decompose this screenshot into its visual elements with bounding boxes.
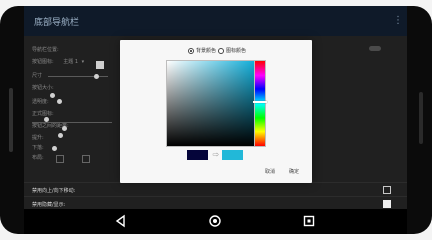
new-color-swatch <box>222 150 243 160</box>
setting-row-position[interactable]: 导航栏位置: <box>32 44 59 56</box>
button-size-slider-thumb[interactable] <box>50 93 55 98</box>
background-color-radio[interactable] <box>188 48 194 54</box>
setting-label: 尺寸 <box>32 73 43 79</box>
more-vertical-icon[interactable]: ⋮ <box>393 15 403 27</box>
hue-slider[interactable] <box>253 60 267 147</box>
setting-label: 导航栏位置: <box>32 47 59 53</box>
old-color-swatch <box>187 150 208 160</box>
setting-row-button-size: 按钮大小: <box>32 82 54 94</box>
drop-slider-thumb[interactable] <box>52 146 57 151</box>
opacity-slider-thumb[interactable] <box>57 99 62 104</box>
disable-hide-checkbox[interactable] <box>383 200 391 208</box>
setting-label: 正式图标: <box>32 111 54 117</box>
setting-label: 下落: <box>32 145 44 151</box>
spacing-slider-track[interactable] <box>32 122 112 123</box>
setting-row-formal-icon: 正式图标: <box>32 108 54 120</box>
spacing-slider-thumb[interactable] <box>62 126 67 131</box>
app-bar: 底部导航栏 ⋮ <box>24 6 407 37</box>
setting-row-icon[interactable]: 按钮图标: 主题 1 ▾ <box>32 56 84 68</box>
setting-label: 按钮大小: <box>32 85 54 91</box>
icon-theme-value: 主题 1 <box>63 59 79 65</box>
setting-label: 布局: <box>32 155 44 161</box>
setting-row-size: 尺寸 <box>32 70 42 82</box>
recents-square-icon[interactable] <box>302 214 316 228</box>
disable-move-row[interactable]: 禁用向上/向下移动: <box>24 182 407 197</box>
icon-color-label: 图标颜色 <box>226 48 247 54</box>
setting-row-opacity: 透明度: <box>32 96 49 108</box>
disable-move-checkbox[interactable] <box>383 186 391 194</box>
lift-slider-thumb[interactable] <box>58 133 63 138</box>
cancel-button[interactable]: 取消 <box>262 168 278 176</box>
saturation-brightness-picker[interactable] <box>166 60 262 147</box>
layout-checkbox-a[interactable] <box>56 155 64 163</box>
color-picker-dialog: 背景颜色 图标颜色 ⇨ 取消 确定 <box>120 40 312 183</box>
setting-row-layout: 布局: <box>32 152 44 164</box>
chevron-down-icon: ▾ <box>81 59 85 65</box>
size-slider-track[interactable] <box>48 76 108 77</box>
setting-label: 提升: <box>32 135 44 141</box>
setting-label: 透明度: <box>32 99 49 105</box>
icon-color-radio[interactable] <box>218 48 224 54</box>
speaker-grille <box>419 92 423 144</box>
arrow-right-icon: ⇨ <box>212 150 220 159</box>
back-triangle-icon[interactable] <box>114 214 128 228</box>
icon-checkbox[interactable] <box>96 61 104 69</box>
layout-checkbox-b[interactable] <box>82 155 90 163</box>
app-title: 底部导航栏 <box>34 18 80 28</box>
size-slider-thumb[interactable] <box>94 74 99 79</box>
setting-label: 按钮图标: <box>32 59 54 65</box>
position-toggle[interactable] <box>369 46 381 51</box>
background-color-label: 背景颜色 <box>196 48 217 54</box>
disable-hide-label: 禁用隐藏/显示: <box>32 202 66 208</box>
disable-move-label: 禁用向上/向下移动: <box>32 188 76 194</box>
hue-slider-thumb[interactable] <box>253 100 267 103</box>
ok-button[interactable]: 确定 <box>286 168 302 176</box>
device: 底部导航栏 ⋮ 导航栏位置: 按钮图标: 主题 1 ▾ 尺寸 按钮大小: 透明度… <box>0 0 432 240</box>
system-nav-bar <box>24 209 407 234</box>
side-button <box>9 88 13 152</box>
home-circle-icon[interactable] <box>208 214 222 228</box>
